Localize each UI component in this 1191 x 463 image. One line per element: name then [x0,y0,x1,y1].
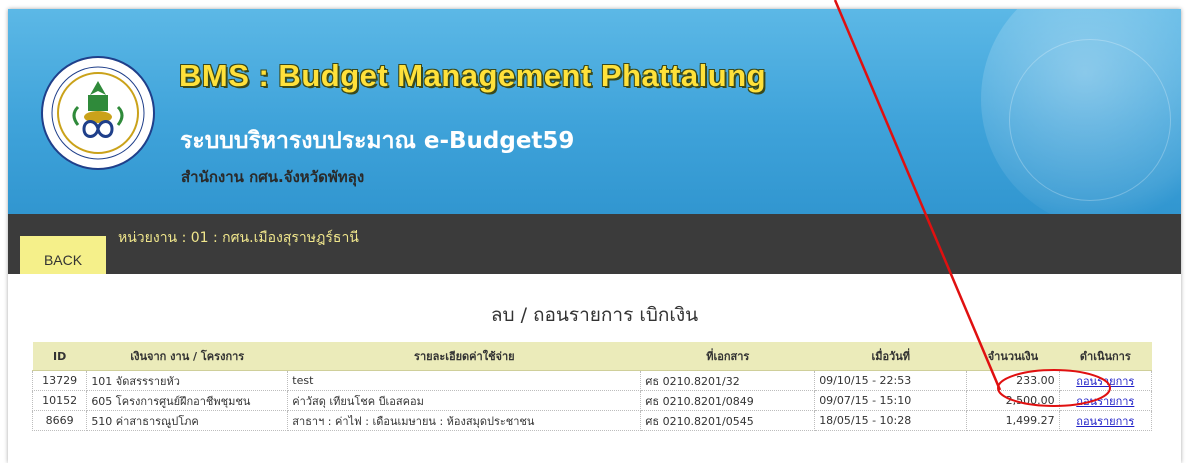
col-header-date: เมื่อวันที่ [814,342,967,371]
office-name: สำนักงาน กศน.จังหวัดพัทลุง [181,168,365,186]
cell-doc: ศธ 0210.8201/0849 [640,390,816,411]
unit-label: หน่วยงาน : 01 : กศน.เมืองสุราษฎร์ธานี [118,230,359,246]
table-header-row: ID เงินจาก งาน / โครงการ รายละเอียดค่าใช… [32,342,1152,371]
cell-date: 18/05/15 - 10:28 [814,410,968,431]
withdraw-link[interactable]: ถอนรายการ [1076,375,1134,388]
col-header-doc: ที่เอกสาร [640,342,815,371]
cell-amount: 233.00 [966,370,1060,391]
cell-action: ถอนรายการ [1058,370,1153,391]
cell-project: 510 ค่าสาธารณูปโภค [86,410,289,431]
cell-date: 09/10/15 - 22:53 [814,370,968,391]
header-banner: BMS : Budget Management Phattalung ระบบบ… [8,9,1181,214]
withdraw-link[interactable]: ถอนรายการ [1076,415,1134,428]
ministry-seal-icon [41,56,155,170]
cell-date: 09/07/15 - 15:10 [814,390,968,411]
cell-doc: ศธ 0210.8201/32 [640,370,816,391]
app-subtitle: ระบบบริหารงบประมาณ e-Budget59 [180,128,575,154]
cell-detail: ค่าวัสดุ เทียนโชค บีเอสคอม [287,390,642,411]
cell-action: ถอนรายการ [1058,390,1153,411]
col-header-project: เงินจาก งาน / โครงการ [86,342,288,371]
table-row: 13729 101 จัดสรรรายหัว test ศธ 0210.8201… [31,370,1153,391]
col-header-action: ดำเนินการ [1059,342,1152,371]
cell-project: 101 จัดสรรรายหัว [86,370,289,391]
app-title: BMS : Budget Management Phattalung [179,58,767,93]
cell-action: ถอนรายการ [1058,410,1153,431]
withdraw-link[interactable]: ถอนรายการ [1076,395,1134,408]
cell-amount: 1,499.27 [966,410,1060,431]
cell-doc: ศธ 0210.8201/0545 [640,410,816,431]
withdrawal-table: ID เงินจาก งาน / โครงการ รายละเอียดค่าใช… [31,342,1153,431]
cell-detail: สาธาฯ : ค่าไฟ : เดือนเมษายน : ห้องสมุดปร… [287,410,642,431]
globe-lines-decoration [1009,39,1171,201]
cell-amount: 2,500.00 [966,390,1060,411]
app-window: BMS : Budget Management Phattalung ระบบบ… [8,9,1181,463]
cell-id: 8669 [31,410,88,431]
cell-project: 605 โครงการศูนย์ฝึกอาชีพชุมชน [86,390,289,411]
cell-detail: test [287,370,642,391]
col-header-id: ID [32,342,87,371]
table-row: 8669 510 ค่าสาธารณูปโภค สาธาฯ : ค่าไฟ : … [31,410,1153,431]
cell-id: 13729 [31,370,88,391]
page-title: ลบ / ถอนรายการ เบิกเงิน [490,304,699,326]
table-row: 10152 605 โครงการศูนย์ฝึกอาชีพชุมชน ค่าว… [31,390,1153,411]
cell-id: 10152 [31,390,88,411]
back-button[interactable]: BACK [20,236,106,274]
col-header-detail: รายละเอียดค่าใช้จ่าย [287,342,641,371]
col-header-amount: จำนวนเงิน [966,342,1060,371]
